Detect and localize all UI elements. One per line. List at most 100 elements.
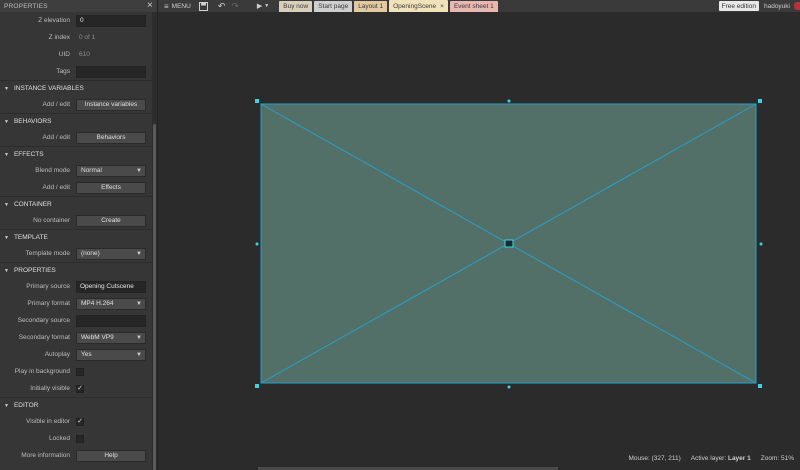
- secondary-format-row: Secondary format WebM VP9 ▼: [0, 329, 152, 346]
- properties-panel-title: PROPERTIES: [4, 2, 48, 10]
- play-in-background-row: Play in background: [0, 363, 152, 380]
- section-editor[interactable]: ▼ EDITOR: [0, 397, 152, 413]
- visible-in-editor-checkbox[interactable]: ✓: [76, 417, 84, 426]
- instance-variables-row: Add / edit Instance variables: [0, 96, 152, 113]
- initially-visible-checkbox[interactable]: ✓: [76, 384, 84, 393]
- tab-event-sheet-1[interactable]: Event sheet 1: [449, 0, 498, 12]
- layout-canvas[interactable]: [158, 12, 800, 470]
- secondary-format-select[interactable]: WebM VP9 ▼: [76, 331, 146, 344]
- collapse-triangle-icon: ▼: [4, 201, 9, 208]
- undo-button[interactable]: ↶: [218, 0, 226, 12]
- play-in-background-checkbox[interactable]: [76, 367, 84, 376]
- behaviors-button[interactable]: Behaviors: [76, 131, 146, 144]
- close-tab-icon[interactable]: ×: [440, 3, 444, 10]
- z-elevation-label: Z elevation: [38, 17, 70, 24]
- properties-panel-header: PROPERTIES ×: [0, 0, 157, 12]
- tab-opening-scene[interactable]: OpeningScene ×: [389, 0, 448, 12]
- uid-row: UID 610: [0, 46, 152, 63]
- initially-visible-row: Initially visible ✓: [30, 384, 84, 393]
- resize-handle-bottom-left[interactable]: [255, 384, 259, 388]
- tab-start-page[interactable]: Start page: [314, 0, 353, 12]
- section-container[interactable]: ▼ CONTAINER: [0, 196, 152, 212]
- section-instance-variables[interactable]: ▼ INSTANCE VARIABLES: [0, 80, 152, 96]
- chevron-down-icon: ▼: [136, 351, 142, 358]
- z-index-row: Z index 0 of 1: [0, 29, 152, 46]
- primary-source-row: Primary source Opening Cutscene: [0, 278, 152, 295]
- z-elevation-input[interactable]: 0: [76, 14, 146, 27]
- save-button[interactable]: [198, 0, 208, 12]
- resize-handle-bottom-right[interactable]: [758, 384, 762, 388]
- blend-mode-row: Blend mode Normal ▼: [0, 162, 152, 179]
- tags-input[interactable]: [76, 65, 146, 78]
- chevron-down-icon: ▼: [136, 300, 142, 307]
- chevron-down-icon: ▼: [136, 167, 142, 174]
- properties-scroll-thumb[interactable]: [153, 124, 156, 470]
- z-index-value: 0 of 1: [79, 34, 96, 41]
- collapse-triangle-icon: ▼: [4, 402, 9, 409]
- visible-in-editor-row: Visible in editor ✓: [26, 417, 84, 426]
- collapse-triangle-icon: ▼: [4, 118, 9, 125]
- active-layer: Active layer: Layer 1: [690, 454, 751, 462]
- tab-buy-now[interactable]: Buy now: [279, 0, 313, 12]
- section-properties[interactable]: ▼ PROPERTIES: [0, 262, 152, 278]
- uid-label: UID: [58, 51, 70, 58]
- tab-layout-1[interactable]: Layout 1: [354, 0, 388, 12]
- collapse-triangle-icon: ▼: [4, 267, 9, 274]
- resize-handle-right[interactable]: [759, 242, 763, 246]
- primary-format-select[interactable]: MP4 H.264 ▼: [76, 297, 146, 310]
- tags-row: Tags: [0, 63, 152, 80]
- resize-handle-left[interactable]: [255, 242, 259, 246]
- active-layer-value: Layer 1: [727, 454, 751, 462]
- resize-handle-top-right[interactable]: [758, 99, 762, 103]
- blend-mode-select[interactable]: Normal ▼: [76, 164, 146, 177]
- mouse-position: Mouse: (327, 211): [628, 454, 681, 462]
- preview-button[interactable]: ▶ ▼: [257, 0, 269, 12]
- instance-variables-button[interactable]: Instance variables: [76, 98, 146, 111]
- video-object[interactable]: [255, 99, 763, 389]
- properties-scrollbar[interactable]: [152, 12, 157, 470]
- username[interactable]: hadoyuki: [764, 3, 790, 10]
- effects-button[interactable]: Effects: [76, 181, 146, 194]
- chevron-down-icon: ▼: [136, 250, 142, 257]
- collapse-triangle-icon: ▼: [4, 234, 9, 241]
- redo-icon: ↷: [231, 0, 239, 11]
- status-bar: Mouse: (327, 211) Active layer: Layer 1 …: [158, 452, 800, 464]
- undo-icon: ↶: [217, 0, 226, 11]
- redo-button[interactable]: ↷: [231, 0, 239, 12]
- create-container-button[interactable]: Create: [76, 214, 146, 227]
- z-elevation-row: Z elevation 0: [0, 12, 152, 29]
- layout-view: [255, 99, 763, 389]
- effects-row: Add / edit Effects: [0, 179, 152, 196]
- chevron-down-icon: ▼: [264, 3, 270, 9]
- help-button[interactable]: Help: [76, 449, 146, 462]
- close-panel-icon[interactable]: ×: [147, 1, 153, 11]
- hamburger-icon: ≡: [164, 1, 169, 11]
- secondary-source-input[interactable]: [76, 314, 146, 327]
- properties-list: Z elevation 0 Z index 0 of 1 UID 610 Tag…: [0, 12, 152, 464]
- resize-handle-bottom[interactable]: [507, 385, 511, 389]
- section-behaviors[interactable]: ▼ BEHAVIORS: [0, 113, 152, 129]
- section-effects[interactable]: ▼ EFFECTS: [0, 146, 152, 162]
- more-information-row: More information Help: [0, 447, 152, 464]
- zoom-level: Zoom: 51%: [760, 454, 794, 462]
- autoplay-select[interactable]: Yes ▼: [76, 348, 146, 361]
- resize-handle-top[interactable]: [507, 99, 511, 103]
- primary-source-input[interactable]: Opening Cutscene: [76, 280, 146, 293]
- secondary-source-row: Secondary source: [0, 312, 152, 329]
- collapse-triangle-icon: ▼: [4, 151, 9, 158]
- save-icon: [198, 1, 208, 11]
- template-mode-select[interactable]: (none) ▼: [76, 247, 146, 260]
- origin-icon[interactable]: [504, 239, 514, 248]
- locked-row: Locked: [0, 430, 152, 447]
- locked-checkbox[interactable]: [76, 434, 84, 443]
- free-edition-badge[interactable]: Free edition: [718, 1, 759, 11]
- container-row: No container Create: [0, 212, 152, 229]
- behaviors-row: Add / edit Behaviors: [0, 129, 152, 146]
- resize-handle-top-left[interactable]: [255, 99, 259, 103]
- primary-format-row: Primary format MP4 H.264 ▼: [0, 295, 152, 312]
- section-template[interactable]: ▼ TEMPLATE: [0, 229, 152, 245]
- play-icon: ▶: [256, 3, 263, 10]
- menu-button[interactable]: ≡ MENU: [158, 0, 191, 12]
- flag-icon: [794, 2, 800, 10]
- autoplay-row: Autoplay Yes ▼: [0, 346, 152, 363]
